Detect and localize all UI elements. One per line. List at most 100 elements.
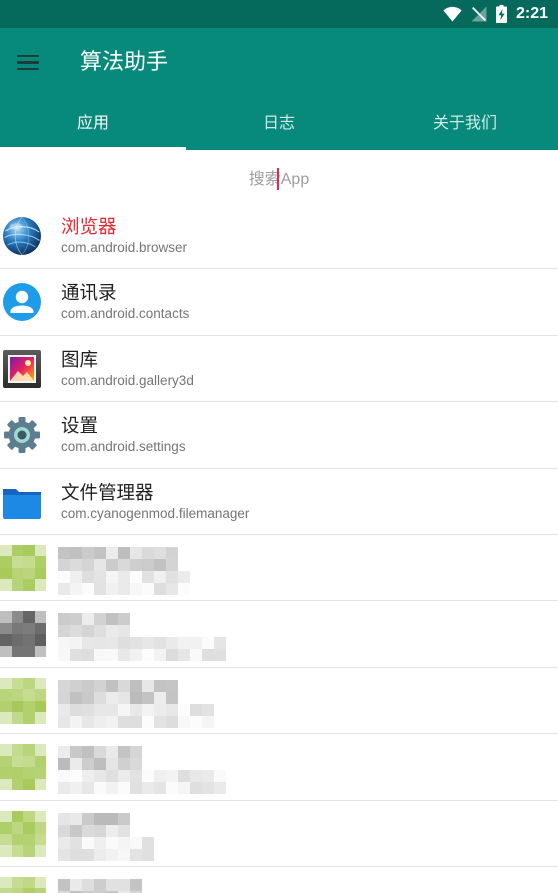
mosaic-cell bbox=[34, 567, 46, 580]
mosaic-cell bbox=[11, 677, 23, 690]
app-package: com.android.contacts bbox=[61, 306, 190, 322]
search-input[interactable] bbox=[0, 150, 558, 203]
mosaic-cell bbox=[106, 649, 118, 662]
mosaic-cell bbox=[142, 836, 154, 849]
mosaic-cell bbox=[58, 691, 70, 704]
app-list[interactable]: 浏览器 com.android.browser 通讯录 com.android.… bbox=[0, 203, 558, 893]
app-item-contacts[interactable]: 通讯录 com.android.contacts bbox=[0, 269, 558, 336]
mosaic-cell bbox=[58, 770, 70, 783]
redacted-app-item[interactable] bbox=[0, 866, 558, 893]
mosaic-cell bbox=[11, 611, 23, 623]
mosaic-cell bbox=[118, 570, 130, 583]
mosaic-cell bbox=[178, 570, 190, 583]
mosaic-cell bbox=[58, 824, 70, 837]
redacted-subtitle bbox=[58, 637, 226, 662]
mosaic-cell bbox=[142, 770, 154, 783]
mosaic-cell bbox=[34, 755, 46, 768]
mosaic-cell bbox=[142, 649, 154, 662]
app-package: com.android.browser bbox=[61, 240, 188, 255]
mosaic-cell bbox=[23, 579, 35, 591]
mosaic-cell bbox=[70, 812, 82, 825]
mosaic-cell bbox=[0, 845, 12, 857]
mosaic-cell bbox=[82, 812, 94, 825]
app-item-file-manager[interactable]: 文件管理器 com.cyanogenmod.filemanager bbox=[0, 468, 558, 535]
mosaic-cell bbox=[11, 556, 23, 568]
mosaic-cell bbox=[106, 570, 118, 583]
mosaic-cell bbox=[82, 824, 94, 837]
mosaic-cell bbox=[58, 679, 70, 692]
tab-label: 关于我们 bbox=[432, 113, 497, 132]
mosaic-cell bbox=[130, 770, 142, 783]
mosaic-cell bbox=[142, 637, 154, 650]
mosaic-cell bbox=[58, 546, 70, 559]
mosaic-cell bbox=[34, 767, 46, 779]
mosaic-cell bbox=[11, 700, 23, 713]
mosaic-cell bbox=[0, 778, 12, 791]
mosaic-cell bbox=[118, 848, 130, 861]
mosaic-cell bbox=[82, 625, 94, 638]
mosaic-cell bbox=[154, 570, 166, 583]
mosaic-cell bbox=[118, 782, 130, 795]
wifi-icon bbox=[443, 6, 462, 22]
mosaic-cell bbox=[94, 848, 106, 861]
redacted-app-item[interactable] bbox=[0, 800, 558, 867]
tab-about[interactable]: 关于我们 bbox=[372, 98, 558, 150]
mosaic-cell bbox=[0, 556, 12, 568]
mosaic-cell bbox=[82, 558, 94, 571]
mosaic-cell bbox=[190, 770, 202, 783]
mosaic-cell bbox=[118, 770, 130, 783]
mosaic-cell bbox=[94, 637, 106, 650]
mosaic-cell bbox=[106, 824, 118, 837]
mosaic-cell bbox=[0, 544, 12, 557]
tab-logs[interactable]: 日志 bbox=[186, 98, 372, 150]
mosaic-cell bbox=[11, 822, 23, 834]
mosaic-cell bbox=[11, 579, 23, 591]
mosaic-cell bbox=[202, 637, 214, 650]
mosaic-cell bbox=[118, 649, 130, 662]
redacted-app-item[interactable] bbox=[0, 667, 558, 735]
mosaic-cell bbox=[202, 715, 214, 728]
menu-button[interactable] bbox=[8, 45, 48, 81]
mosaic-cell bbox=[94, 758, 106, 771]
mosaic-cell bbox=[94, 613, 106, 626]
mosaic-cell bbox=[0, 579, 12, 591]
mosaic-cell bbox=[214, 770, 226, 783]
mosaic-cell bbox=[34, 611, 46, 623]
redacted-subtitle bbox=[58, 570, 190, 595]
redacted-app-item[interactable] bbox=[0, 534, 558, 602]
mosaic-cell bbox=[34, 876, 46, 889]
app-name: 文件管理器 bbox=[61, 482, 154, 504]
mosaic-cell bbox=[0, 622, 12, 635]
mosaic-cell bbox=[11, 876, 23, 889]
mosaic-cell bbox=[11, 645, 23, 658]
mosaic-cell bbox=[106, 878, 118, 891]
mosaic-cell bbox=[34, 778, 46, 791]
app-item-settings[interactable]: 设置 com.android.settings bbox=[0, 402, 558, 469]
mosaic-cell bbox=[0, 700, 12, 713]
app-package: com.android.gallery3d bbox=[61, 372, 194, 388]
mosaic-cell bbox=[82, 649, 94, 662]
mosaic-cell bbox=[166, 546, 178, 559]
app-item-browser[interactable]: 浏览器 com.android.browser bbox=[0, 203, 558, 270]
redacted-app-item[interactable] bbox=[0, 734, 558, 801]
mosaic-cell bbox=[23, 845, 35, 857]
mosaic-cell bbox=[58, 848, 70, 861]
mosaic-cell bbox=[11, 634, 23, 646]
app-title: 算法助手 bbox=[80, 50, 169, 75]
mosaic-cell bbox=[106, 770, 118, 783]
battery-charging-icon bbox=[496, 5, 507, 23]
app-item-gallery[interactable]: 图库 com.android.gallery3d bbox=[0, 335, 558, 403]
mosaic-cell bbox=[106, 637, 118, 650]
mosaic-cell bbox=[23, 677, 35, 690]
redacted-app-item[interactable] bbox=[0, 601, 558, 668]
mosaic-cell bbox=[70, 582, 82, 595]
mosaic-cell bbox=[0, 567, 12, 580]
mosaic-cell bbox=[23, 744, 35, 756]
redacted-subtitle bbox=[58, 770, 226, 795]
mosaic-cell bbox=[82, 637, 94, 650]
tab-apps[interactable]: 应用 bbox=[0, 98, 186, 150]
mosaic-cell bbox=[130, 558, 142, 571]
mosaic-cell bbox=[23, 544, 35, 557]
mosaic-cell bbox=[142, 570, 154, 583]
browser-icon bbox=[2, 216, 42, 256]
